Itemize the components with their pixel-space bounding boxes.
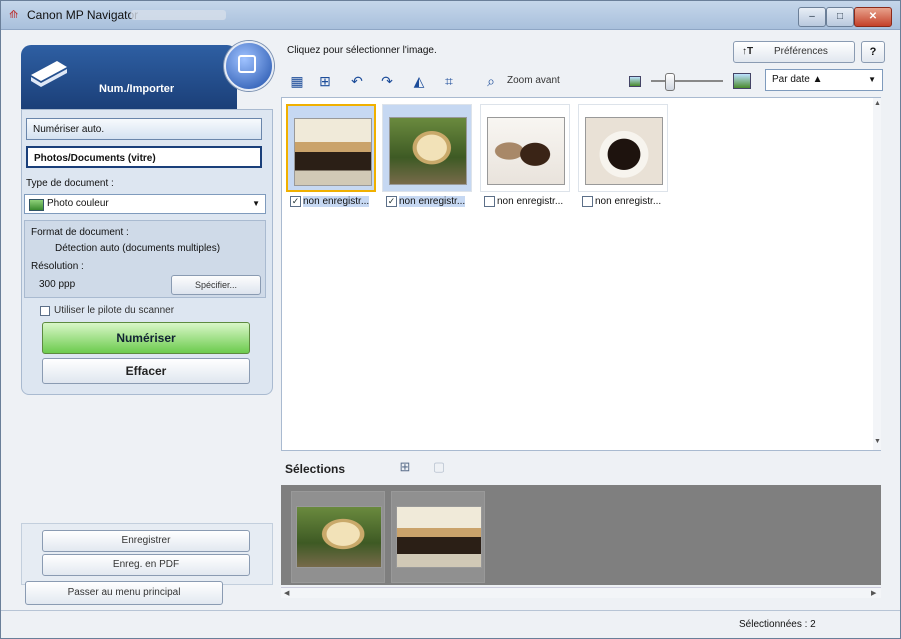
save-pdf-button[interactable]: Enreg. en PDF [42,554,250,576]
left-panel: Num./Importer Numériser auto. Photos/Doc… [13,37,275,601]
scroll-up-icon[interactable]: ▲ [874,100,881,107]
thumbnail-item[interactable]: ✓ non enregistr... [382,104,472,212]
scroll-right-icon[interactable]: ▶ [871,589,876,597]
grid-icon[interactable]: ⊞ [315,71,335,91]
document-type-label: Type de document : [26,178,114,189]
selections-bar: Sélections ⊞ ▢ [281,453,881,483]
sort-value: Par date ▲ [772,74,823,85]
select-all-icon[interactable]: ▦ [287,71,307,91]
scanner-driver-checkbox[interactable] [40,306,50,316]
thumbnail-checkbox[interactable] [582,196,593,207]
instruction-text: Cliquez pour sélectionner l'image. [287,45,437,56]
large-image-icon [733,73,751,89]
slider-thumb[interactable] [665,73,675,91]
scan-button[interactable]: Numériser [42,322,250,354]
zoom-in-label[interactable]: Zoom avant [507,75,560,86]
square-icon: ▢ [432,459,446,474]
sort-select[interactable]: Par date ▲ ▼ [765,69,883,91]
title-redacted-area [131,10,226,20]
thumbnail-checkbox[interactable]: ✓ [290,196,301,207]
right-panel: Cliquez pour sélectionner l'image. ↑T Pr… [281,37,890,601]
app-window: ⟰ Canon MP Navigator – □ ✕ Num./Importer… [0,0,901,639]
status-bar: Sélectionnées : 2 [1,610,900,638]
chevron-down-icon: ▼ [252,199,260,208]
thumbnail-item[interactable]: non enregistr... [480,104,570,212]
selected-thumbnail[interactable] [291,491,385,583]
specify-button[interactable]: Spécifier... [171,275,261,295]
thumbnail-checkbox[interactable] [484,196,495,207]
header-title: Num./Importer [99,83,175,95]
horizontal-scrollbar[interactable]: ◀ ▶ [281,587,881,598]
preferences-button[interactable]: ↑T Préférences [733,41,855,63]
mirror-icon[interactable]: ◭ [409,71,429,91]
selection-area[interactable] [281,485,881,585]
selected-thumbnail[interactable] [391,491,485,583]
maximize-button[interactable]: □ [826,7,854,27]
preferences-icon: ↑T [742,46,754,57]
thumbnail-area[interactable]: ✓ non enregistr... ✓ non enregistr... no… [281,97,881,451]
document-type-select[interactable]: Photo couleur ▼ [24,194,266,214]
rotate-right-icon[interactable]: ↷ [377,71,397,91]
auto-scan-button[interactable]: Numériser auto. [26,118,262,140]
thumbnail-checkbox[interactable]: ✓ [386,196,397,207]
window-title: Canon MP Navigator [27,8,139,22]
thumbnail-caption: non enregistr... [303,196,370,207]
photo-thumbnail [487,117,565,185]
minimize-button[interactable]: – [798,7,826,27]
title-bar: ⟰ Canon MP Navigator – □ ✕ [1,1,900,30]
main-menu-button[interactable]: Passer au menu principal [25,581,223,605]
thumbnail-caption: non enregistr... [595,196,662,207]
small-image-icon [629,76,641,87]
document-format-value: Détection auto (documents multiples) [55,243,221,254]
document-type-value: Photo couleur [47,198,109,209]
photo-thumbnail [294,118,372,186]
globe-icon[interactable] [224,41,274,91]
rotate-left-icon[interactable]: ↶ [347,71,367,91]
document-settings-box: Format de document : Détection auto (doc… [24,220,266,298]
photo-thumbnail [396,506,482,568]
vertical-scrollbar[interactable]: ▲ ▼ [873,98,881,450]
photo-documents-button[interactable]: Photos/Documents (vitre) [26,146,262,168]
clear-button[interactable]: Effacer [42,358,250,384]
resolution-value: 300 ppp [39,279,76,290]
app-icon: ⟰ [9,9,19,21]
crop-icon[interactable]: ⌗ [439,71,459,91]
scanner-driver-label: Utiliser le pilote du scanner [54,305,175,316]
resolution-label: Résolution : [31,261,84,272]
chevron-down-icon: ▼ [868,75,876,84]
scan-settings-panel: Numériser auto. Photos/Documents (vitre)… [21,109,273,395]
preferences-label: Préférences [774,46,828,57]
scroll-down-icon[interactable]: ▼ [874,438,881,445]
selected-count-status: Sélectionnées : 2 [739,619,816,630]
photo-thumbnail [296,506,382,568]
thumbnail-caption: non enregistr... [497,196,564,207]
save-button[interactable]: Enregistrer [42,530,250,552]
help-button[interactable]: ? [861,41,885,63]
photo-thumbnail [389,117,467,185]
document-format-label: Format de document : [31,227,129,238]
thumbnail-item[interactable]: non enregistr... [578,104,668,212]
selections-label: Sélections [285,462,346,476]
thumbnail-frame [480,104,570,192]
image-toolbar: ▦ ⊞ ↶ ↷ ◭ ⌗ ⌕ Zoom avant Par date ▲ ▼ [285,69,885,93]
thumbnail-item[interactable]: ✓ non enregistr... [286,104,376,212]
scan-import-header: Num./Importer [21,45,237,109]
color-photo-icon [29,199,44,211]
scanner-icon [31,61,67,87]
photo-thumbnail [585,117,663,185]
scroll-left-icon[interactable]: ◀ [284,589,289,597]
thumbnail-caption: non enregistr... [399,196,466,207]
thumbnail-frame [382,104,472,192]
grid-icon[interactable]: ⊞ [397,459,413,475]
thumbnail-frame [286,104,376,192]
zoom-icon[interactable]: ⌕ [481,71,501,91]
thumbnail-size-slider[interactable] [651,80,723,82]
thumbnail-frame [578,104,668,192]
close-button[interactable]: ✕ [854,7,892,27]
save-buttons-box: Enregistrer Enreg. en PDF [21,523,273,585]
